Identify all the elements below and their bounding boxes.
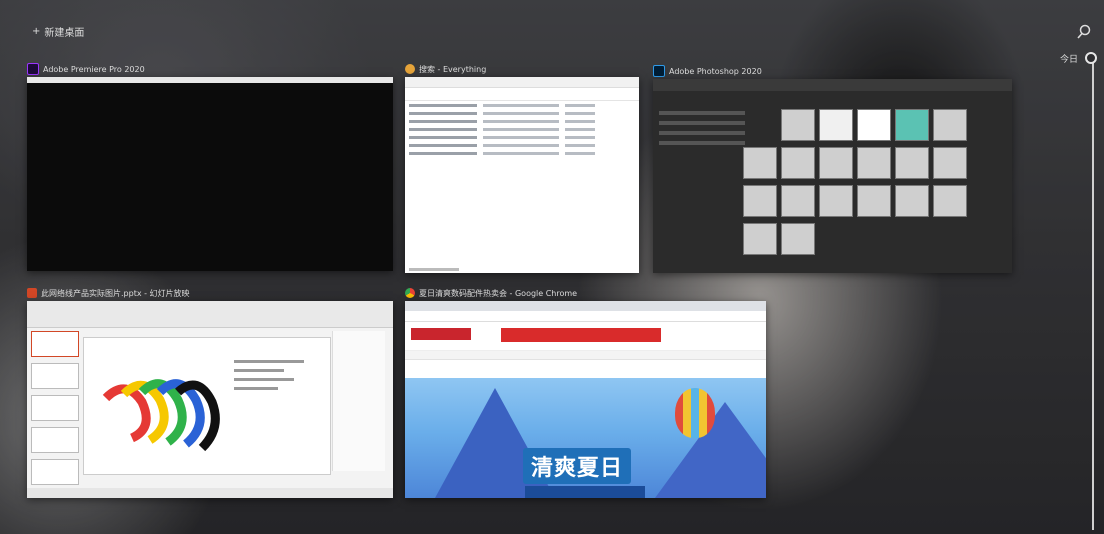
- slide-thumbnails: [31, 331, 79, 491]
- list-item: [405, 101, 639, 109]
- side-panel: [332, 331, 385, 471]
- slide-canvas: [83, 337, 331, 475]
- image-thumbnail: [819, 109, 853, 141]
- slide-thumbnail: [31, 395, 79, 421]
- image-thumbnail: [857, 147, 891, 179]
- slide-thumbnail: [31, 459, 79, 485]
- list-item: [405, 141, 639, 149]
- window-title-bar: 搜索 - Everything: [405, 63, 486, 75]
- image-thumbnail: [933, 147, 967, 179]
- window-title-bar: 此网络线产品实际图片.pptx - 幻灯片放映: [27, 287, 190, 299]
- window-title-bar: Adobe Premiere Pro 2020: [27, 63, 145, 75]
- timeline-handle[interactable]: [1085, 52, 1097, 64]
- image-thumbnail: [933, 185, 967, 217]
- list-item: [405, 117, 639, 125]
- site-header: [405, 322, 766, 351]
- everything-app-icon: [405, 64, 415, 74]
- list-item: [405, 125, 639, 133]
- timeline-label: 今日: [1059, 55, 1078, 65]
- new-desktop-label: 新建桌面: [44, 28, 85, 39]
- search-icon[interactable]: [1076, 24, 1092, 40]
- powerpoint-app-icon: [27, 288, 37, 298]
- site-logo: [411, 328, 471, 340]
- banner-subtitle: [525, 486, 645, 498]
- sidebar: [659, 105, 745, 151]
- window-thumbnail[interactable]: [405, 77, 639, 273]
- slide-thumbnail: [31, 427, 79, 453]
- promo-banner: 清爽夏日: [405, 378, 766, 498]
- window-thumbnail[interactable]: [27, 301, 393, 498]
- timeline-scrollbar[interactable]: [1092, 60, 1094, 530]
- window-thumbnail[interactable]: 清爽夏日: [405, 301, 766, 498]
- site-nav: [405, 351, 766, 360]
- image-thumbnail: [781, 223, 815, 255]
- ribbon-toolbar: [27, 301, 393, 328]
- window-title: Adobe Premiere Pro 2020: [43, 64, 145, 74]
- list-item: [405, 109, 639, 117]
- image-thumbnail: [857, 185, 891, 217]
- image-thumbnail: [895, 109, 929, 141]
- window-powerpoint[interactable]: 此网络线产品实际图片.pptx - 幻灯片放映: [27, 288, 393, 498]
- window-thumbnail[interactable]: [653, 79, 1012, 273]
- window-title-bar: Adobe Photoshop 2020: [653, 65, 762, 77]
- banner-headline: 清爽夏日: [523, 448, 632, 484]
- list-item: [405, 133, 639, 141]
- window-photoshop[interactable]: Adobe Photoshop 2020: [653, 65, 1012, 273]
- image-thumbnail: [819, 147, 853, 179]
- window-chrome[interactable]: 夏日清爽数码配件热卖会 - Google Chrome 清爽夏日: [405, 288, 766, 498]
- image-thumbnail: [743, 185, 777, 217]
- column-headers: [405, 88, 639, 101]
- photoshop-app-icon: [653, 65, 665, 77]
- image-thumbnail: [781, 147, 815, 179]
- window-everything[interactable]: 搜索 - Everything: [405, 64, 639, 273]
- slide-text-block: [234, 354, 314, 396]
- image-grid: [743, 109, 967, 255]
- image-thumbnail: [895, 147, 929, 179]
- plus-icon: +: [32, 26, 41, 37]
- site-promo-bar: [501, 328, 661, 342]
- window-toolbar: [405, 77, 639, 88]
- image-thumbnail: [781, 109, 815, 141]
- premiere-app-icon: [27, 63, 39, 75]
- slide-thumbnail: [31, 363, 79, 389]
- slide-thumbnail: [31, 331, 79, 357]
- image-thumbnail: [933, 109, 967, 141]
- cable-image: [102, 379, 220, 452]
- image-thumbnail: [743, 223, 777, 255]
- balloon-image: [675, 388, 715, 438]
- new-desktop-button[interactable]: + 新建桌面: [32, 24, 84, 39]
- status-bar: [27, 488, 393, 498]
- window-thumbnail[interactable]: [27, 77, 393, 271]
- image-thumbnail: [743, 147, 777, 179]
- window-title: 夏日清爽数码配件热卖会 - Google Chrome: [419, 288, 578, 298]
- address-bar: [405, 311, 766, 322]
- window-title: 搜索 - Everything: [419, 64, 487, 74]
- image-thumbnail: [857, 109, 891, 141]
- chrome-app-icon: [405, 288, 415, 298]
- window-title: Adobe Photoshop 2020: [669, 66, 762, 76]
- list-item: [405, 149, 639, 157]
- status-bar: [409, 268, 459, 271]
- image-thumbnail: [781, 185, 815, 217]
- window-title: 此网络线产品实际图片.pptx - 幻灯片放映: [41, 288, 190, 298]
- window-title-bar: 夏日清爽数码配件热卖会 - Google Chrome: [405, 287, 577, 299]
- browser-tab-strip: [405, 301, 766, 311]
- image-thumbnail: [819, 185, 853, 217]
- window-premiere[interactable]: Adobe Premiere Pro 2020: [27, 63, 393, 271]
- image-thumbnail: [895, 185, 929, 217]
- window-toolbar: [653, 79, 1012, 91]
